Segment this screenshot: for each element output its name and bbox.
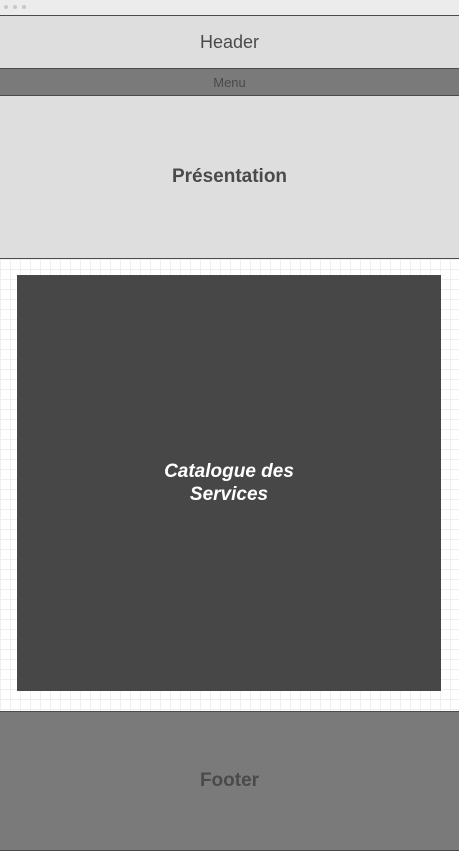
window-dot-icon bbox=[4, 5, 8, 9]
menu-bar[interactable]: Menu bbox=[0, 69, 459, 96]
presentation-section: Présentation bbox=[0, 96, 459, 259]
presentation-label: Présentation bbox=[171, 166, 288, 187]
header-label: Header bbox=[199, 31, 260, 52]
menu-label: Menu bbox=[213, 74, 246, 90]
catalogue-section: Catalogue des Services bbox=[17, 275, 441, 691]
footer-section: Footer bbox=[0, 711, 459, 851]
catalogue-label: Catalogue des Services bbox=[164, 461, 294, 505]
window-dot-icon bbox=[22, 5, 26, 9]
window-title-bar bbox=[0, 0, 459, 16]
window-dot-icon bbox=[13, 5, 17, 9]
header-section: Header bbox=[0, 16, 459, 69]
window-controls bbox=[4, 5, 26, 9]
footer-label: Footer bbox=[199, 770, 260, 791]
